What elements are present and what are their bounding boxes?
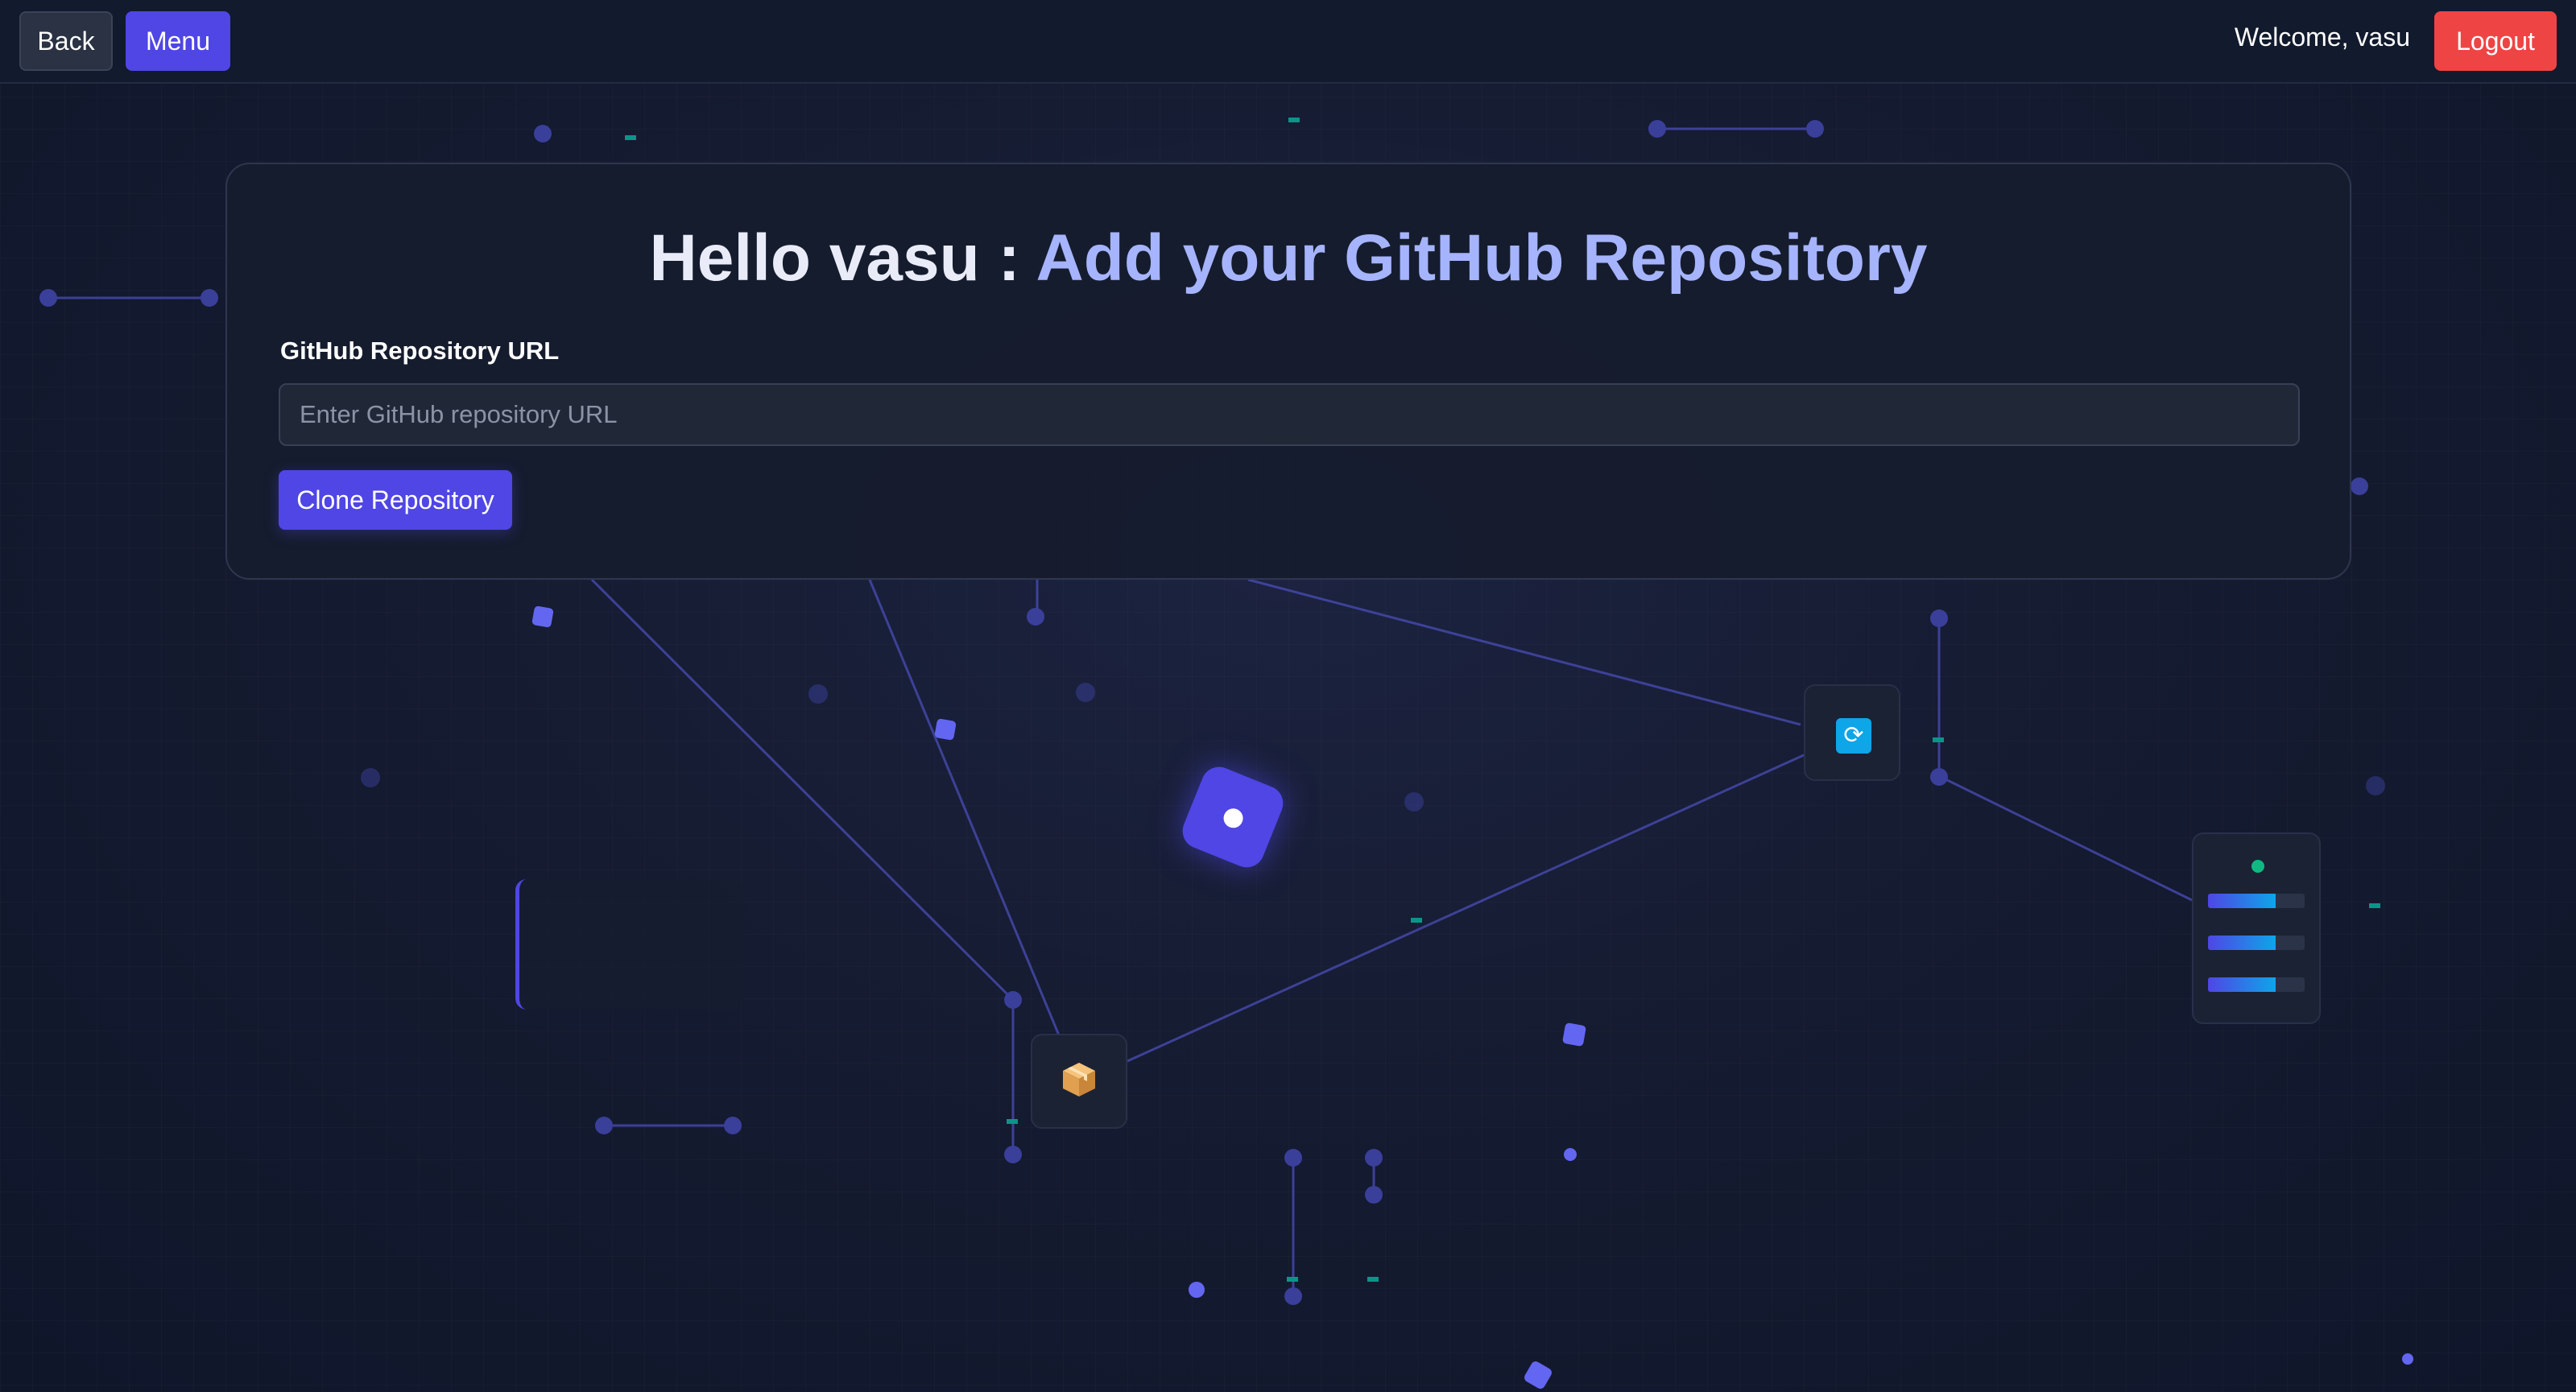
back-button[interactable]: Back bbox=[19, 11, 113, 71]
network-marker bbox=[625, 135, 636, 140]
repository-url-label: GitHub Repository URL bbox=[280, 337, 560, 365]
network-marker bbox=[1367, 1277, 1379, 1282]
network-node bbox=[201, 289, 218, 307]
network-node bbox=[2351, 477, 2368, 495]
network-node bbox=[1404, 792, 1424, 812]
network-node bbox=[1930, 768, 1948, 786]
network-node bbox=[2366, 776, 2385, 795]
core-node-dot bbox=[1220, 805, 1247, 831]
floating-particle bbox=[1564, 1148, 1577, 1161]
network-node bbox=[534, 125, 552, 143]
page-title-greeting: Hello vasu : bbox=[649, 221, 1036, 295]
network-line bbox=[1940, 775, 2193, 902]
network-node bbox=[1648, 120, 1666, 138]
network-line bbox=[1247, 578, 1801, 726]
floating-particle bbox=[934, 718, 957, 741]
network-marker bbox=[1411, 918, 1422, 923]
repository-url-input[interactable] bbox=[279, 383, 2300, 446]
status-indicator bbox=[2251, 860, 2264, 873]
package-widget bbox=[1031, 1034, 1127, 1129]
server-load-bar bbox=[2208, 977, 2305, 992]
terminal-widget bbox=[515, 879, 745, 1010]
logout-button[interactable]: Logout bbox=[2434, 11, 2557, 71]
page-title: Hello vasu : Add your GitHub Repository bbox=[227, 221, 2350, 296]
network-node bbox=[1004, 1146, 1022, 1163]
page: ⟳ Back Menu Welcome, vasu Logout Hello v… bbox=[0, 0, 2576, 1392]
network-marker bbox=[2369, 903, 2380, 908]
network-node bbox=[1284, 1287, 1302, 1305]
package-icon bbox=[1063, 1063, 1095, 1097]
add-repository-card: Hello vasu : Add your GitHub Repository … bbox=[225, 163, 2351, 580]
floating-particle bbox=[531, 605, 554, 628]
network-node bbox=[361, 768, 380, 787]
network-node bbox=[1365, 1149, 1383, 1167]
floating-particle bbox=[1562, 1022, 1586, 1047]
welcome-text: Welcome, vasu bbox=[2234, 23, 2410, 52]
network-node bbox=[724, 1117, 742, 1134]
network-node bbox=[39, 289, 57, 307]
network-node bbox=[595, 1117, 613, 1134]
server-status-widget bbox=[2192, 832, 2321, 1024]
network-node bbox=[1027, 608, 1044, 626]
network-line bbox=[868, 579, 1081, 1084]
network-node bbox=[1004, 991, 1022, 1009]
server-load-bar bbox=[2208, 894, 2305, 908]
server-load-bar bbox=[2208, 936, 2305, 950]
network-node bbox=[1284, 1149, 1302, 1167]
network-node bbox=[1076, 683, 1095, 702]
network-node bbox=[1365, 1186, 1383, 1204]
network-marker bbox=[1287, 1277, 1298, 1282]
floating-particle bbox=[1524, 1361, 1552, 1389]
floating-particle bbox=[1189, 1282, 1205, 1298]
page-title-accent: Add your GitHub Repository bbox=[1036, 221, 1928, 295]
network-marker bbox=[1288, 118, 1300, 122]
network-node bbox=[1806, 120, 1824, 138]
floating-particle bbox=[2402, 1353, 2413, 1365]
network-node bbox=[1930, 609, 1948, 627]
sync-icon: ⟳ bbox=[1836, 718, 1871, 754]
clone-repository-button[interactable]: Clone Repository bbox=[279, 470, 512, 530]
network-marker bbox=[1933, 737, 1944, 742]
menu-button[interactable]: Menu bbox=[126, 11, 230, 71]
network-node bbox=[808, 684, 828, 704]
top-navigation-bar: Back Menu Welcome, vasu Logout bbox=[0, 0, 2576, 84]
sync-widget: ⟳ bbox=[1804, 684, 1900, 781]
network-marker bbox=[1007, 1119, 1018, 1124]
